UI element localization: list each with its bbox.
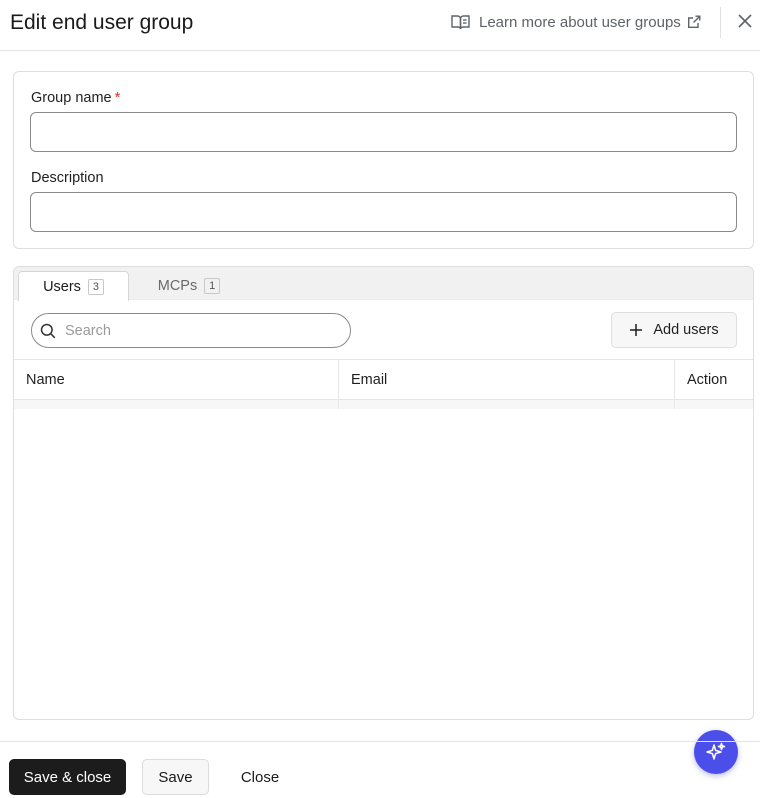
tab-users[interactable]: Users 3 <box>18 271 129 301</box>
dialog-footer: Save & close Save Close <box>0 741 760 798</box>
tab-users-count: 3 <box>87 278 104 295</box>
add-users-button[interactable]: Add users <box>611 312 737 348</box>
group-details-card: Group name * Description <box>13 71 754 249</box>
learn-more-link[interactable]: Learn more about user groups <box>451 12 701 32</box>
column-header-name[interactable]: Name <box>14 360 339 400</box>
learn-more-label: Learn more about user groups <box>479 13 681 31</box>
table-header: Name Email Action <box>14 359 753 400</box>
plus-icon <box>629 323 643 337</box>
add-users-label: Add users <box>653 322 719 338</box>
required-marker: * <box>114 90 121 106</box>
search-input[interactable] <box>65 322 315 339</box>
search-box[interactable] <box>31 313 351 348</box>
column-header-email[interactable]: Email <box>339 360 675 400</box>
column-divider <box>338 400 339 409</box>
tab-bar: Users 3 MCPs 1 <box>14 267 753 301</box>
tab-mcps-label: MCPs <box>157 278 198 294</box>
close-button[interactable]: Close <box>227 759 293 795</box>
external-link-icon <box>687 15 701 29</box>
group-name-label: Group name * <box>31 90 121 106</box>
save-button[interactable]: Save <box>142 759 209 795</box>
table-row-placeholder <box>14 400 753 409</box>
dialog-header: Edit end user group Learn more about use… <box>0 0 760 51</box>
column-header-action: Action <box>687 372 728 388</box>
tab-users-label: Users <box>43 278 81 295</box>
group-name-input[interactable] <box>30 112 737 152</box>
header-divider <box>720 7 721 38</box>
save-and-close-button[interactable]: Save & close <box>9 759 126 795</box>
close-icon[interactable] <box>736 12 754 30</box>
description-input[interactable] <box>30 192 737 232</box>
tab-mcps[interactable]: MCPs 1 <box>139 271 239 301</box>
members-card: Users 3 MCPs 1 Add users Name Email Acti… <box>13 266 754 720</box>
book-open-icon <box>451 14 470 30</box>
column-divider <box>674 400 675 409</box>
search-icon <box>40 323 56 339</box>
page-title: Edit end user group <box>10 11 194 34</box>
tab-mcps-count: 1 <box>204 278 221 294</box>
description-label: Description <box>31 170 104 186</box>
